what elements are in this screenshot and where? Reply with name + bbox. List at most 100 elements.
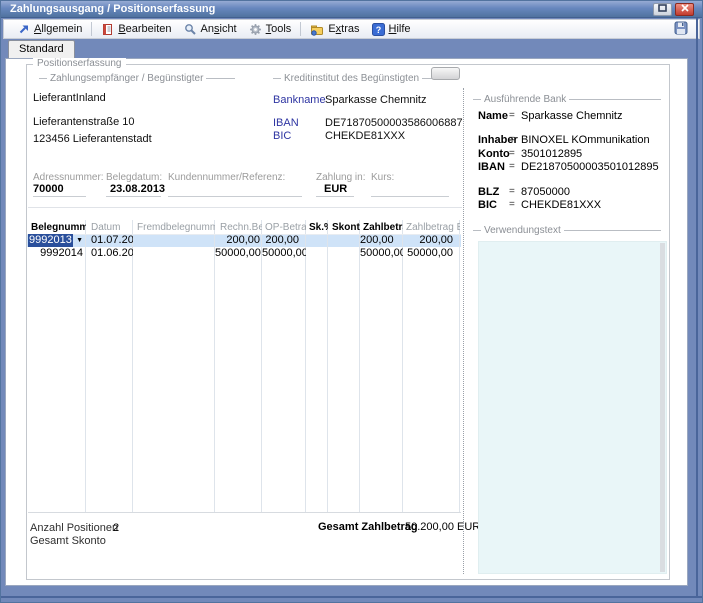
table-cell (133, 247, 215, 260)
payee-fieldset-legend: Zahlungsempfänger / Begünstigter (39, 73, 235, 84)
help-icon: ? (372, 23, 385, 36)
save-button[interactable] (673, 23, 689, 38)
menu-item-hilfe[interactable]: ?Hilfe (366, 22, 417, 37)
equals-sign: = (509, 186, 515, 197)
executing-bank-field-value: Sparkasse Chemnitz (521, 110, 623, 122)
menu-item-label: Bearbeiten (118, 23, 171, 35)
column-header[interactable]: OP-Betrag (262, 220, 306, 234)
usage-textarea[interactable] (478, 241, 667, 574)
column-header[interactable]: Zahlbetrag (360, 220, 403, 234)
skonto-label: Gesamt Skonto (30, 535, 106, 547)
table-cell (133, 234, 215, 247)
field-value[interactable]: 23.08.2013 (110, 183, 165, 195)
table-cell: 01.07.2013 (86, 234, 133, 247)
maximize-button[interactable] (653, 3, 672, 16)
field-underline (106, 196, 161, 197)
maximize-icon (658, 1, 667, 18)
table-cell: 200,00 (360, 234, 403, 247)
executing-bank-field-value: DE21870500003501012895 (521, 161, 659, 173)
field-underline (316, 196, 354, 197)
positionserfassung-group: Positionserfassung Zahlungsempfänger / B… (26, 64, 670, 580)
payee-name: LieferantInland (33, 92, 106, 104)
equals-sign: = (509, 134, 515, 145)
bank-fieldset-legend: Kreditinstitut des Begünstigten (273, 73, 451, 84)
bank-field-value[interactable]: Sparkasse Chemnitz (325, 94, 427, 106)
total-value: 50.200,00 EUR (405, 521, 480, 533)
column-header[interactable]: Sk.% (306, 220, 328, 234)
svg-text:?: ? (375, 25, 381, 35)
bank-field-value[interactable]: CHEKDE81XXX (325, 130, 405, 142)
cell-editor-selected-text[interactable]: 9992013 (28, 234, 73, 247)
table-row[interactable]: 9992013▼01.07.2013200,00200,00200,00200,… (27, 234, 460, 247)
menu-item-bearbeiten[interactable]: Bearbeiten (95, 22, 177, 37)
column-header[interactable]: Rechn.Betrag (215, 220, 262, 234)
field-value[interactable]: 70000 (33, 183, 64, 195)
executing-bank-field-label: IBAN (478, 161, 505, 173)
equals-sign: = (509, 199, 515, 210)
title-bar[interactable]: Zahlungsausgang / Positionserfassung (1, 1, 702, 18)
cell-text: 200,00 (265, 234, 299, 247)
executing-bank-field-value: CHEKDE81XXX (521, 199, 601, 211)
group-title: Positionserfassung (33, 58, 126, 69)
count-value: 2 (113, 522, 119, 534)
equals-sign: = (509, 161, 515, 172)
bank-field-label: Bankname (273, 94, 326, 106)
window-title: Zahlungsausgang / Positionserfassung (10, 3, 215, 15)
table-cell: 50000,00 (403, 247, 460, 260)
panel-splitter[interactable] (463, 88, 464, 574)
table-grid-line (459, 220, 460, 512)
bank-field-value[interactable]: DE71870500003586006887 (325, 117, 463, 129)
executing-bank-field-value: 87050000 (521, 186, 570, 198)
app-window: Zahlungsausgang / Positionserfassung All… (0, 0, 703, 603)
executing-bank-field-label: Name (478, 110, 508, 122)
menu-item-ansicht[interactable]: Ansicht (178, 22, 243, 37)
floppy-disk-icon (674, 21, 688, 40)
table-cell: 200,00 (262, 234, 306, 247)
menu-item-label: Ansicht (201, 23, 237, 35)
usage-scrollbar[interactable] (660, 243, 665, 572)
frame-edge-bottom (1, 596, 702, 598)
table-cell (328, 234, 360, 247)
column-header[interactable]: Zahlbetrag Euro (403, 220, 460, 234)
cell-text: 01.06.2013 (91, 247, 133, 260)
table-cell (306, 247, 328, 260)
field-underline (168, 196, 302, 197)
column-header[interactable]: Fremdbelegnummer (133, 220, 215, 234)
tab-standard[interactable]: Standard (8, 40, 75, 58)
executing-bank-field-value: BINOXEL KOmmunikation (521, 134, 650, 146)
field-label: Belegdatum: (106, 172, 162, 183)
payee-street: Lieferantenstraße 10 (33, 116, 135, 128)
table-cell: 50000,00 (360, 247, 403, 260)
table-cell: 50000,00 (215, 247, 262, 260)
table-row[interactable]: 999201401.06.201350000,0050000,0050000,0… (27, 247, 460, 260)
menu-item-tools[interactable]: Tools (243, 22, 298, 37)
menu-item-extras[interactable]: Extras (304, 22, 365, 37)
table-header-row: BelegnummerDatumFremdbelegnummerRechn.Be… (27, 220, 460, 234)
close-button[interactable] (675, 3, 694, 16)
table-grid-line (359, 220, 360, 512)
gear-icon (249, 23, 262, 36)
cell-text: 200,00 (419, 234, 453, 247)
menu-separator (300, 22, 301, 36)
table-grid-line (305, 220, 306, 512)
menu-item-allgemein[interactable]: Allgemein (12, 22, 88, 36)
field-value[interactable]: EUR (324, 183, 347, 195)
table-grid-line (132, 220, 133, 512)
dropdown-icon[interactable]: ▼ (76, 234, 83, 247)
field-label: Kurs: (371, 172, 394, 183)
field-label: Zahlung in: (316, 172, 365, 183)
field-label: Kundennummer/Referenz: (168, 172, 285, 183)
collapse-button[interactable] (431, 67, 460, 80)
cell-text: 200,00 (360, 234, 394, 247)
executing-bank-legend: Ausführende Bank (473, 94, 661, 105)
magnifier-icon (184, 23, 197, 36)
column-header[interactable]: Datum (86, 220, 133, 234)
horizontal-separator (28, 207, 462, 208)
column-header[interactable]: Belegnummer (27, 220, 86, 234)
table-cell: 9992014 (27, 247, 86, 260)
column-header[interactable]: Skonto (328, 220, 360, 234)
content-panel: Positionserfassung Zahlungsempfänger / B… (5, 58, 688, 586)
count-label: Anzahl Positionen (30, 522, 118, 534)
executing-bank-field-label: BLZ (478, 186, 499, 198)
table-cell: 200,00 (403, 234, 460, 247)
